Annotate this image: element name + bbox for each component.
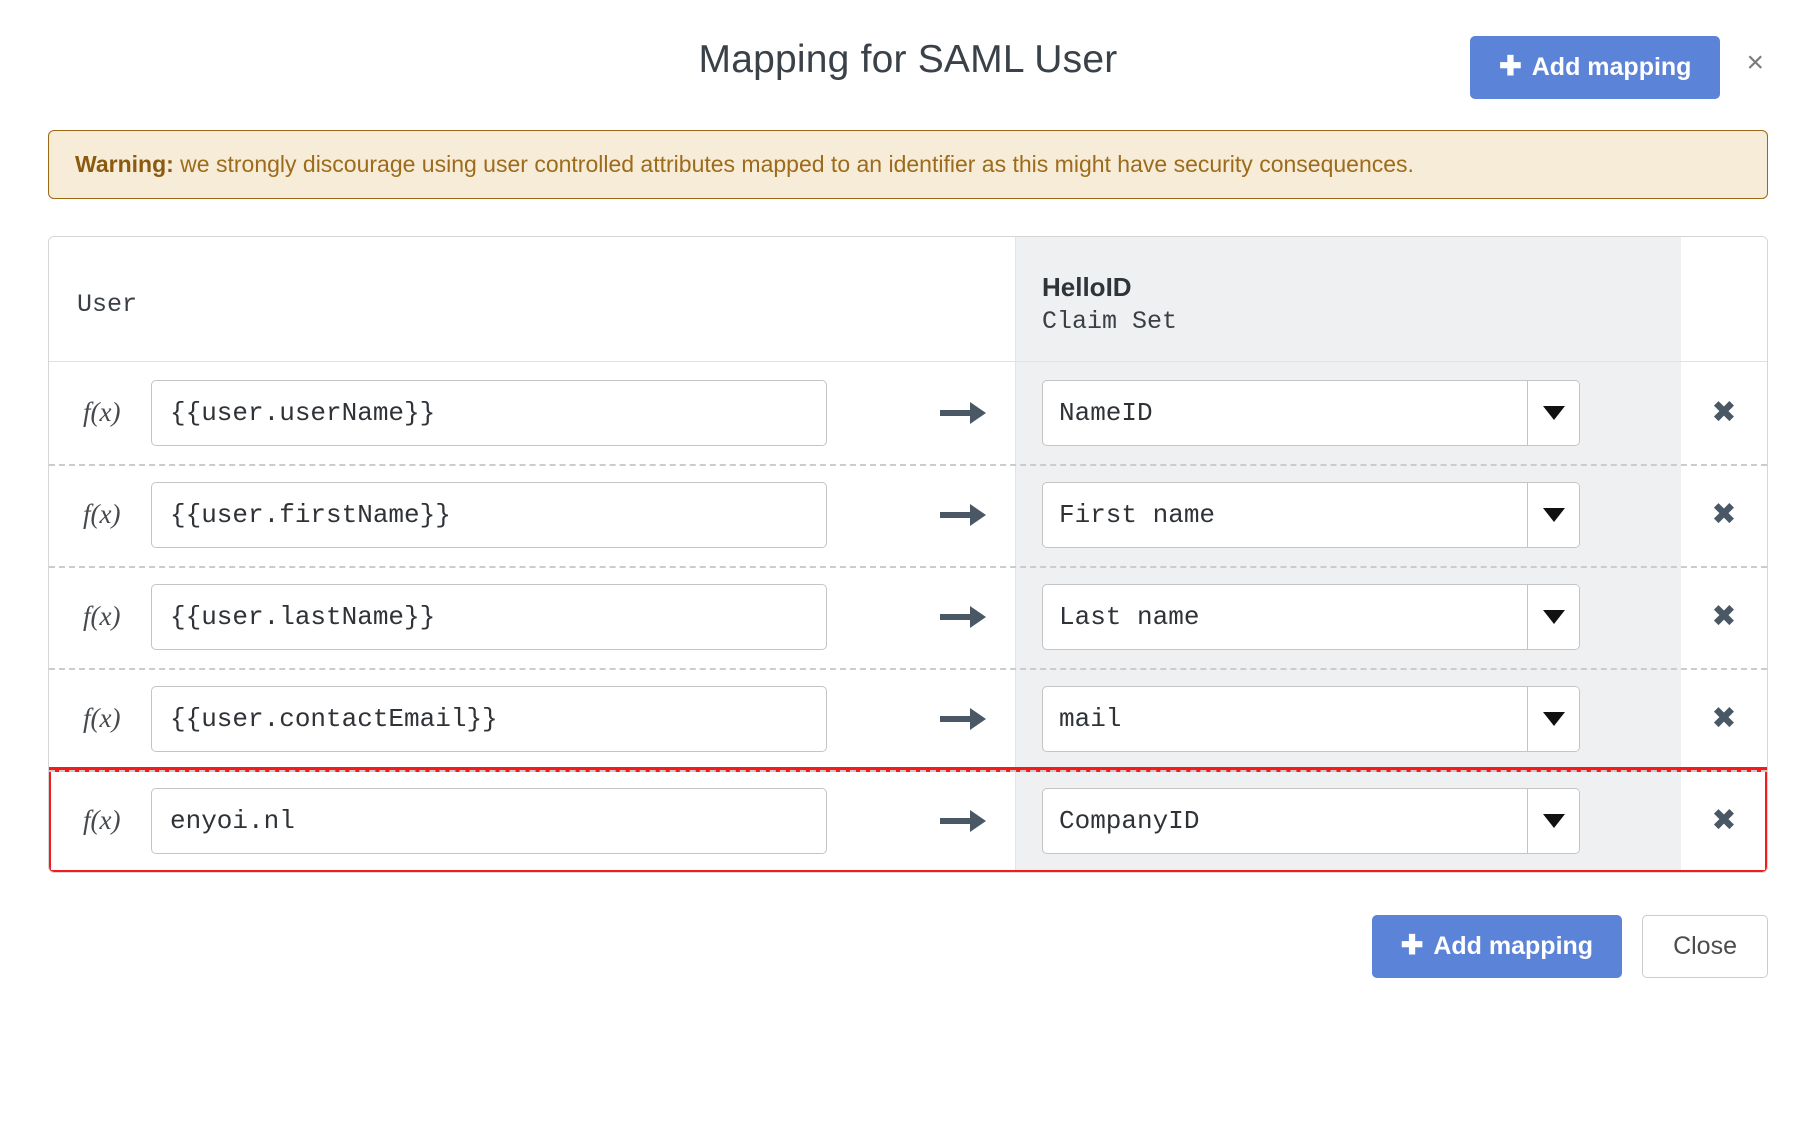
row-source-cell: f(x) [49,361,911,464]
row-source-cell: f(x) [49,463,911,566]
fx-label: f(x) [83,703,121,734]
header-cell-helloid: HelloID Claim Set [1015,236,1681,361]
mapping-modal: Mapping for SAML User ✚ Add mapping × Wa… [0,0,1816,1122]
modal-footer: ✚ Add mapping Close [48,914,1768,978]
row-target-cell: mail [1015,667,1681,770]
plus-icon: ✚ [1499,51,1522,81]
table-header-row: User HelloID Claim Set [49,236,1767,362]
row-source-cell: f(x) [49,565,911,668]
warning-banner: Warning: we strongly discourage using us… [48,130,1768,199]
row-arrow-cell [911,667,1015,770]
fx-label: f(x) [83,805,121,836]
claim-select[interactable]: Last name [1042,583,1580,650]
row-source-cell: f(x) [49,769,911,872]
arrow-right-icon [940,503,986,526]
delete-mapping-icon[interactable]: ✖ [1707,802,1740,840]
claim-select[interactable]: mail [1042,685,1580,752]
source-expression-input[interactable] [151,583,827,650]
arrow-right-icon [940,605,986,628]
delete-mapping-icon[interactable]: ✖ [1707,496,1740,534]
arrow-right-icon [940,401,986,424]
table-row-highlighted: f(x) CompanyID ✖ [49,766,1767,872]
claim-select[interactable]: NameID [1042,379,1580,446]
claim-select-value[interactable]: NameID [1042,379,1580,446]
source-expression-input[interactable] [151,787,827,854]
claim-select-value[interactable]: mail [1042,685,1580,752]
delete-mapping-icon[interactable]: ✖ [1707,700,1740,738]
fx-label: f(x) [83,601,121,632]
add-mapping-button-bottom-label: Add mapping [1433,931,1594,960]
source-expression-input[interactable] [151,685,827,752]
chevron-down-icon[interactable] [1527,482,1579,547]
row-delete-cell: ✖ [1681,769,1767,872]
arrow-right-icon [940,707,986,730]
chevron-down-icon[interactable] [1527,686,1579,751]
modal-header: Mapping for SAML User ✚ Add mapping × [48,0,1768,112]
fx-label: f(x) [83,499,121,530]
add-mapping-button-top[interactable]: ✚ Add mapping [1470,36,1721,99]
row-delete-cell: ✖ [1681,361,1767,464]
claim-select-value[interactable]: First name [1042,481,1580,548]
header-cell-user: User [49,236,911,361]
row-target-cell: CompanyID [1015,769,1681,872]
column-header-helloid: HelloID [1042,271,1132,302]
fx-label: f(x) [83,397,121,428]
table-row: f(x) NameID ✖ [49,361,1767,464]
row-arrow-cell [911,361,1015,464]
close-button[interactable]: Close [1642,914,1768,978]
table-row: f(x) First name ✖ [49,463,1767,566]
chevron-down-icon[interactable] [1527,584,1579,649]
row-source-cell: f(x) [49,667,911,770]
plus-icon: ✚ [1400,929,1424,960]
table-row: f(x) Last name ✖ [49,565,1767,668]
row-delete-cell: ✖ [1681,667,1767,770]
table-row: f(x) mail ✖ [49,667,1767,770]
warning-label: Warning: [75,151,174,177]
column-header-claim-set: Claim Set [1042,307,1178,337]
header-actions: ✚ Add mapping × [1470,36,1768,99]
claim-select[interactable]: CompanyID [1042,787,1580,854]
row-arrow-cell [911,463,1015,566]
claim-select[interactable]: First name [1042,481,1580,548]
column-header-user: User [77,290,138,320]
header-cell-delete [1681,236,1767,361]
add-mapping-button-top-label: Add mapping [1531,53,1692,81]
add-mapping-button-bottom[interactable]: ✚ Add mapping [1371,914,1623,978]
mapping-table: User HelloID Claim Set f(x) {{user.userN… [48,235,1768,873]
delete-mapping-icon[interactable]: ✖ [1707,598,1740,636]
source-expression-input[interactable] [151,379,827,446]
row-delete-cell: ✖ [1681,565,1767,668]
row-target-cell: First name [1015,463,1681,566]
row-arrow-cell [911,565,1015,668]
arrow-right-icon [940,809,986,832]
warning-text: we strongly discourage using user contro… [173,151,1414,177]
row-delete-cell: ✖ [1681,463,1767,566]
claim-select-value[interactable]: CompanyID [1042,787,1580,854]
row-target-cell: NameID [1015,361,1681,464]
close-icon[interactable]: × [1742,42,1768,84]
delete-mapping-icon[interactable]: ✖ [1707,394,1740,432]
chevron-down-icon[interactable] [1527,788,1579,853]
chevron-down-icon[interactable] [1527,380,1579,445]
header-cell-arrow [911,236,1015,361]
row-target-cell: Last name [1015,565,1681,668]
claim-select-value[interactable]: Last name [1042,583,1580,650]
row-arrow-cell [911,769,1015,872]
source-expression-input[interactable] [151,481,827,548]
